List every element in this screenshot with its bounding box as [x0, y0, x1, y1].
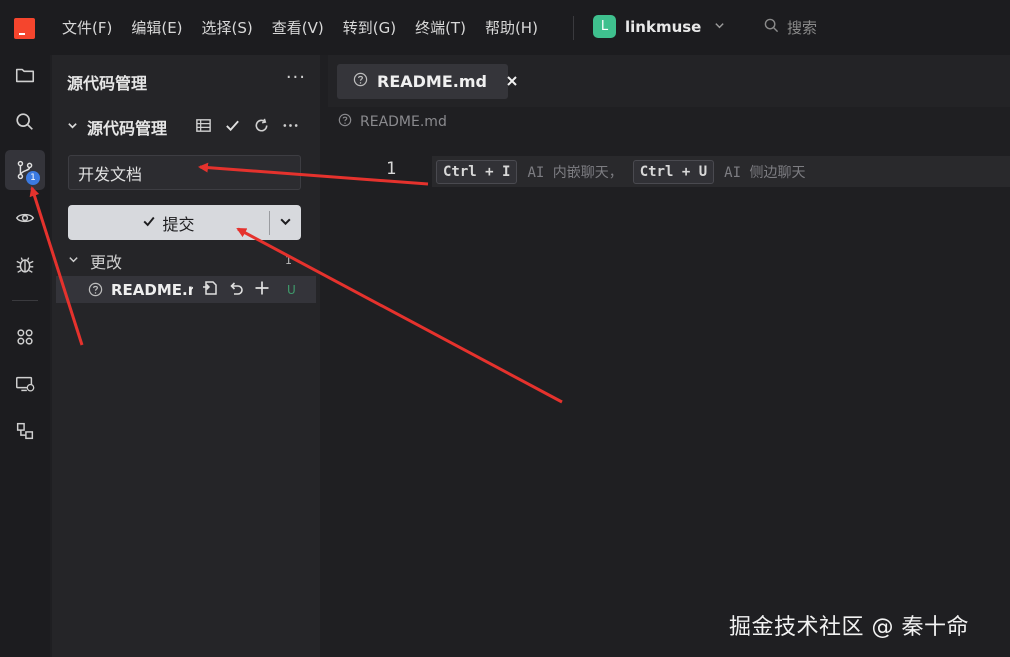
section-toolbar [195, 117, 299, 138]
menu-view[interactable]: 查看(V) [272, 17, 324, 38]
check-icon [142, 213, 156, 232]
menu-bar: 文件(F) 编辑(E) 选择(S) 查看(V) 转到(G) 终端(T) 帮助(H… [62, 17, 538, 38]
title-bar: 文件(F) 编辑(E) 选择(S) 查看(V) 转到(G) 终端(T) 帮助(H… [0, 0, 1010, 55]
open-file-icon[interactable] [201, 279, 219, 301]
menu-selection[interactable]: 选择(S) [202, 17, 253, 38]
tab-readme[interactable]: README.md [337, 64, 517, 99]
project-name: linkmuse [625, 17, 702, 36]
file-status-badge: U [287, 282, 296, 297]
changed-file-row[interactable]: README.md U [56, 276, 316, 303]
commit-button[interactable]: 提交 [68, 205, 269, 240]
activity-bar: 1 [0, 55, 50, 657]
question-file-icon [338, 113, 352, 131]
chevron-down-icon [279, 213, 292, 232]
commit-label: 提交 [162, 214, 195, 234]
refresh-icon[interactable] [253, 117, 270, 138]
hint-side-chat: AI 侧边聊天 [724, 164, 806, 181]
watermark: 掘金技术社区 @ 秦十命 [729, 615, 969, 640]
extensions-icon[interactable] [5, 317, 45, 357]
breadcrumb-file: README.md [360, 114, 447, 130]
source-control-icon[interactable]: 1 [5, 150, 45, 190]
chevron-down-icon [714, 20, 725, 34]
explorer-icon[interactable] [5, 55, 45, 95]
eye-icon[interactable] [5, 198, 45, 238]
more-actions-icon[interactable]: ··· [286, 67, 306, 88]
menu-file[interactable]: 文件(F) [62, 17, 112, 38]
shortcut-key-inline-chat: Ctrl + I [436, 159, 518, 184]
changed-file-name: README.md [111, 280, 193, 299]
menu-edit[interactable]: 编辑(E) [131, 17, 182, 38]
editor-tab-bar: README.md [328, 55, 1010, 107]
global-search[interactable]: 搜索 [764, 17, 817, 38]
ai-hint-line[interactable]: Ctrl + I AI 内嵌聊天， Ctrl + U AI 侧边聊天 [432, 156, 1010, 187]
menu-go[interactable]: 转到(G) [343, 17, 396, 38]
editor-area: README.md README.md 1 Ctrl + I AI 内嵌聊天， … [328, 55, 1010, 657]
question-file-icon [353, 72, 368, 91]
changes-group-header[interactable]: 更改 [68, 250, 308, 272]
stage-changes-icon[interactable] [253, 279, 271, 301]
remote-icon[interactable] [5, 364, 45, 404]
changes-label: 更改 [90, 253, 123, 272]
close-icon[interactable] [506, 72, 518, 91]
breadcrumb[interactable]: README.md [338, 113, 447, 131]
line-number: 1 [386, 159, 397, 179]
section-more-icon[interactable] [282, 117, 299, 138]
search-icon[interactable] [5, 102, 45, 142]
bug-icon[interactable] [5, 245, 45, 285]
structure-icon[interactable] [5, 411, 45, 451]
commit-message-input[interactable] [68, 155, 301, 190]
chevron-down-icon [68, 254, 90, 268]
menu-terminal[interactable]: 终端(T) [415, 17, 466, 38]
tab-label: README.md [377, 72, 487, 91]
source-control-panel: 源代码管理 ··· 源代码管理 提交 [52, 55, 320, 657]
changes-count-badge: 1 [285, 254, 292, 267]
search-label: 搜索 [787, 19, 818, 37]
question-file-icon [88, 282, 103, 297]
hint-inline-chat: AI 内嵌聊天， [527, 164, 623, 181]
file-row-actions [201, 279, 271, 301]
shortcut-key-side-chat: Ctrl + U [632, 159, 715, 184]
source-control-badge: 1 [26, 171, 40, 185]
commit-button-group: 提交 [68, 205, 301, 240]
project-badge: L [593, 15, 616, 38]
section-label: 源代码管理 [87, 119, 168, 138]
search-icon [764, 18, 779, 37]
list-view-icon[interactable] [195, 117, 212, 138]
discard-changes-icon[interactable] [227, 279, 245, 301]
panel-title: 源代码管理 [67, 74, 148, 93]
commit-check-icon[interactable] [224, 117, 241, 138]
project-switcher[interactable]: L linkmuse [593, 15, 725, 38]
chevron-down-icon [67, 120, 87, 134]
menu-help[interactable]: 帮助(H) [485, 17, 538, 38]
commit-dropdown-button[interactable] [270, 205, 301, 240]
activity-divider [12, 300, 38, 301]
app-logo [14, 18, 35, 39]
titlebar-divider [573, 16, 574, 40]
